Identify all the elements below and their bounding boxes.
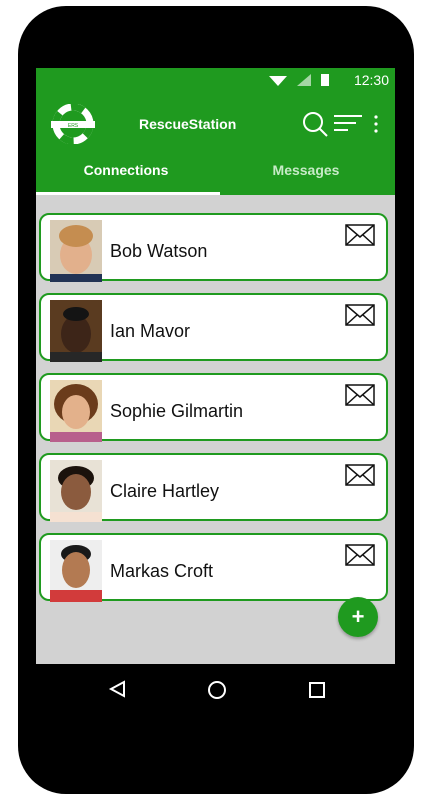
back-icon[interactable] <box>108 680 126 698</box>
mail-icon[interactable] <box>345 464 375 486</box>
home-icon[interactable] <box>207 680 227 700</box>
avatar <box>50 460 102 522</box>
contact-card[interactable]: Ian Mavor <box>39 293 388 362</box>
contact-name: Claire Hartley <box>110 481 220 501</box>
recent-apps-icon[interactable] <box>309 682 325 698</box>
more-icon[interactable] <box>371 114 381 134</box>
battery-icon <box>321 74 329 86</box>
mail-icon[interactable] <box>345 544 375 566</box>
logo-icon: ERS <box>51 104 95 144</box>
avatar <box>50 300 102 362</box>
system-nav-bar <box>36 664 395 716</box>
tab-indicator <box>36 192 220 195</box>
contact-name: Bob Watson <box>110 241 208 261</box>
contact-name: Markas Croft <box>110 561 214 581</box>
mail-icon[interactable] <box>345 224 375 246</box>
status-time: 12:30 <box>353 72 389 88</box>
logo-text: ERS <box>68 123 79 129</box>
screen: 12:30 ERS RescueStation Connections Mess… <box>36 68 395 664</box>
tab-bar: Connections Messages <box>36 160 395 195</box>
contact-card[interactable]: Markas Croft <box>39 533 388 602</box>
tab-connections[interactable]: Connections <box>36 160 216 195</box>
status-bar: 12:30 <box>36 68 395 92</box>
filter-icon[interactable] <box>334 114 362 134</box>
wifi-icon <box>269 76 287 86</box>
avatar <box>50 540 102 602</box>
app-bar: ERS RescueStation Connections Messages <box>36 92 395 195</box>
contact-name: Ian Mavor <box>110 321 191 341</box>
avatar <box>50 380 102 442</box>
status-icons <box>269 74 329 86</box>
avatar <box>50 220 102 282</box>
search-icon[interactable] <box>302 111 328 137</box>
mail-icon[interactable] <box>345 304 375 326</box>
contact-card[interactable]: Claire Hartley <box>39 453 388 522</box>
contact-card[interactable]: Sophie Gilmartin <box>39 373 388 442</box>
tab-messages[interactable]: Messages <box>216 160 395 195</box>
mail-icon[interactable] <box>345 384 375 406</box>
contact-card[interactable]: Bob Watson <box>39 213 388 282</box>
add-contact-button[interactable]: + <box>338 597 378 637</box>
contact-name: Sophie Gilmartin <box>110 401 244 421</box>
plus-icon: + <box>351 604 365 629</box>
signal-icon <box>297 74 311 86</box>
app-title: RescueStation <box>139 116 237 132</box>
